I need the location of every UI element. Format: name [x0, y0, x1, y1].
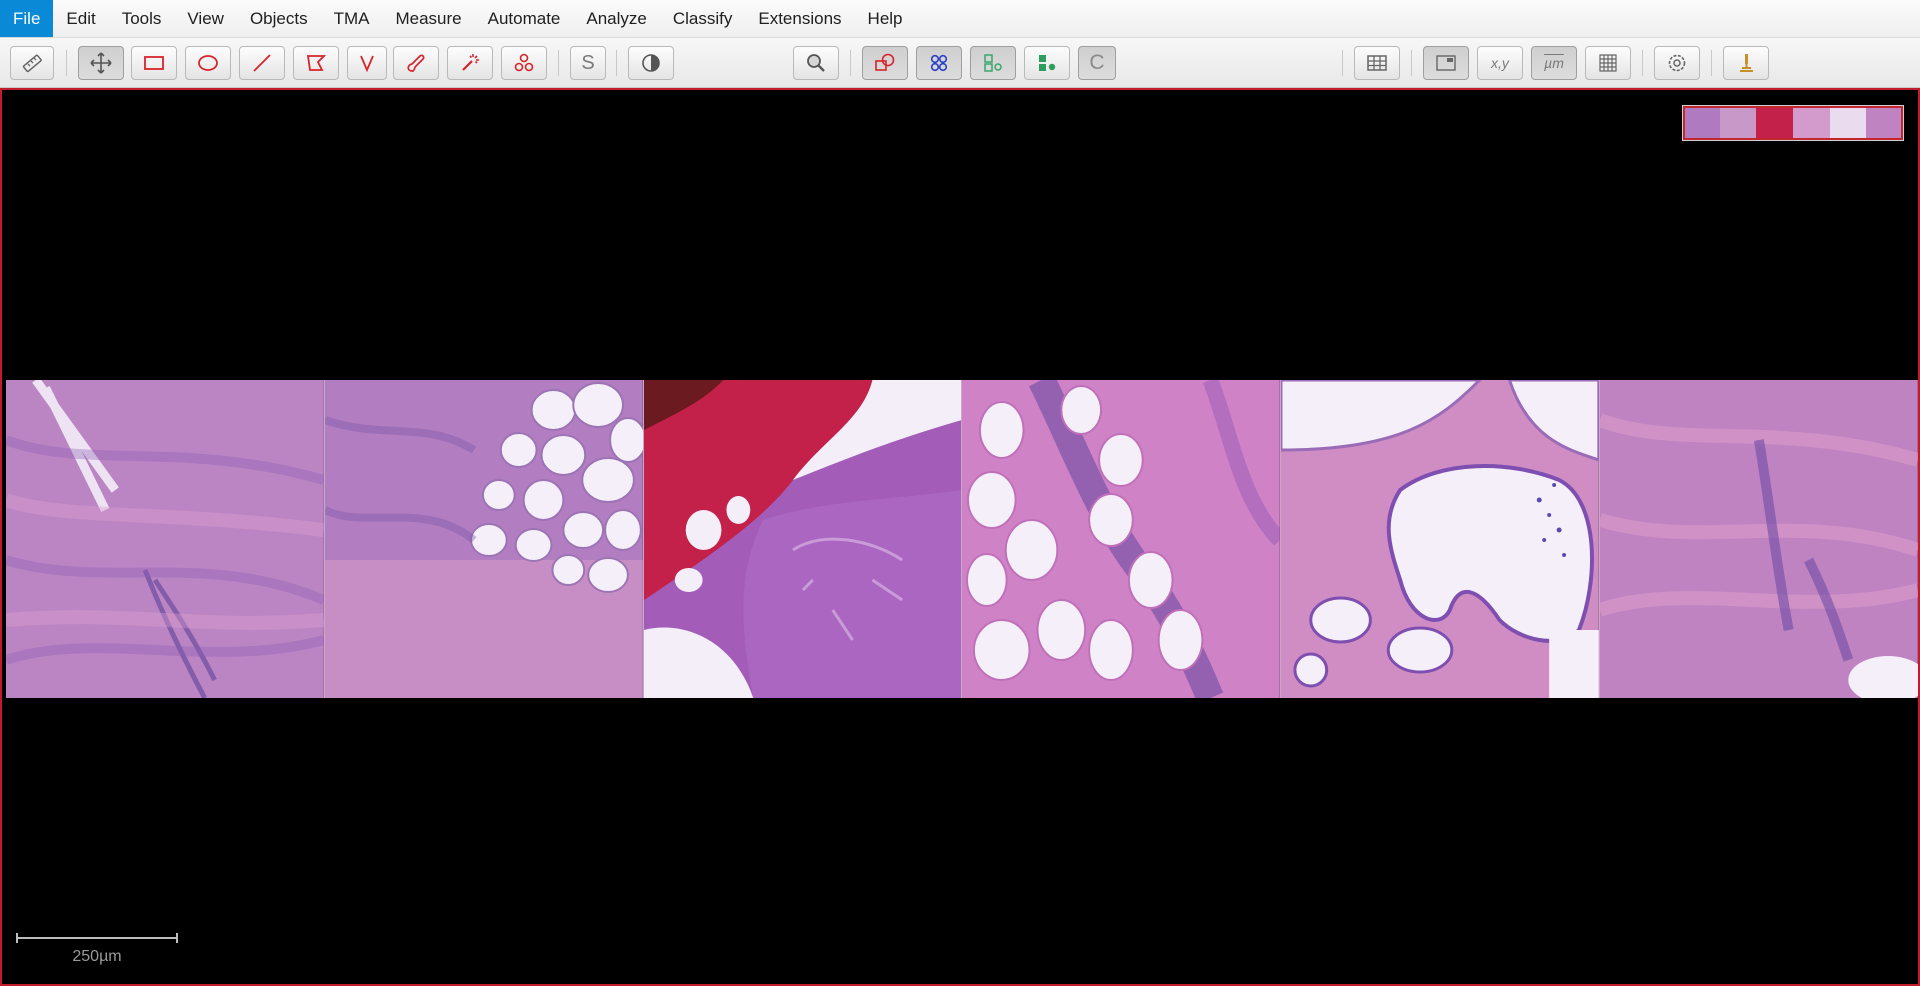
polygon-icon	[306, 55, 327, 71]
scalebar-label: 250µm	[72, 948, 122, 965]
rectangle-tool-button[interactable]	[131, 46, 177, 80]
microscope-icon	[1740, 54, 1753, 72]
menu-edit[interactable]: Edit	[53, 0, 108, 37]
grid-icon	[1599, 54, 1617, 72]
menu-measure[interactable]: Measure	[382, 0, 474, 37]
brush-tool-button[interactable]	[393, 46, 439, 80]
selection-mode-button[interactable]: S	[570, 46, 606, 80]
measure-tool-button[interactable]	[10, 46, 54, 80]
brush-icon	[407, 54, 425, 72]
menu-help[interactable]: Help	[855, 0, 916, 37]
menu-automate[interactable]: Automate	[475, 0, 574, 37]
polyline-icon	[360, 55, 374, 73]
scalebar-icon: µm	[1544, 55, 1564, 71]
tissue-image	[962, 380, 1281, 698]
overview-button[interactable]	[1423, 46, 1469, 80]
show-annotations-icon	[875, 53, 895, 71]
menu-view[interactable]: View	[174, 0, 237, 37]
selection-mode-icon: S	[581, 51, 595, 74]
points-icon	[514, 53, 534, 72]
polyline-tool-button[interactable]	[347, 46, 387, 80]
tissue-tile	[1600, 380, 1918, 698]
location-button[interactable]: x,y	[1477, 46, 1523, 80]
wand-icon	[462, 54, 479, 71]
menu-bar: File Edit Tools View Objects TMA Measure…	[0, 0, 1920, 38]
tissue-image	[1281, 380, 1600, 698]
menu-tools[interactable]: Tools	[109, 0, 175, 37]
show-pixel-classification-button[interactable]: C	[1078, 46, 1116, 80]
menu-extensions[interactable]: Extensions	[745, 0, 854, 37]
zoom-to-fit-icon	[807, 54, 825, 72]
preferences-button[interactable]	[1654, 46, 1700, 80]
tissue-image	[643, 380, 962, 698]
tissue-tile	[324, 380, 644, 698]
menu-objects[interactable]: Objects	[237, 0, 321, 37]
line-icon	[253, 54, 271, 72]
tissue-image	[6, 380, 324, 698]
show-tma-grid-button[interactable]	[916, 46, 962, 80]
tissue-tile	[1281, 380, 1601, 698]
overview-viewport-frame	[1683, 106, 1903, 140]
line-tool-button[interactable]	[239, 46, 285, 80]
show-detections-button[interactable]	[970, 46, 1016, 80]
menu-analyze[interactable]: Analyze	[573, 0, 659, 37]
image-viewer[interactable]: 250µm	[0, 88, 1920, 986]
move-icon	[90, 52, 112, 74]
preferences-icon	[1668, 54, 1686, 72]
tissue-tile	[962, 380, 1282, 698]
ellipse-icon	[198, 55, 218, 71]
menu-classify[interactable]: Classify	[660, 0, 746, 37]
rectangle-icon	[144, 56, 164, 70]
grid-button[interactable]	[1585, 46, 1631, 80]
tissue-image	[1600, 380, 1918, 698]
toolbar: S 0.65x C x,y µm	[0, 38, 1920, 110]
menu-file[interactable]: File	[0, 0, 54, 37]
points-tool-button[interactable]	[501, 46, 547, 80]
polygon-tool-button[interactable]	[293, 46, 339, 80]
measurement-table-button[interactable]	[1354, 46, 1400, 80]
brightness-contrast-button[interactable]	[628, 46, 674, 80]
show-tma-grid-icon	[930, 54, 948, 72]
ellipse-tool-button[interactable]	[185, 46, 231, 80]
fill-detections-icon	[1039, 55, 1056, 71]
wand-tool-button[interactable]	[447, 46, 493, 80]
ruler-icon	[22, 54, 42, 73]
menu-tma[interactable]: TMA	[321, 0, 383, 37]
measurement-table-icon	[1367, 55, 1387, 71]
fill-detections-button[interactable]	[1024, 46, 1070, 80]
show-annotations-button[interactable]	[862, 46, 908, 80]
brightness-contrast-icon	[642, 54, 660, 72]
overview-icon	[1436, 55, 1456, 71]
slide-image-strip[interactable]	[6, 380, 1918, 698]
move-tool-button[interactable]	[78, 46, 124, 80]
zoom-to-fit-button[interactable]	[793, 46, 839, 80]
microscope-button[interactable]	[1723, 46, 1769, 80]
tissue-tile	[643, 380, 963, 698]
show-pixel-classification-icon: C	[1089, 51, 1105, 74]
location-icon: x,y	[1491, 55, 1509, 71]
tissue-image	[324, 380, 643, 698]
overview-thumbnail[interactable]	[1682, 105, 1904, 141]
show-detections-icon	[984, 54, 1002, 72]
scalebar	[16, 933, 178, 943]
tissue-tile	[6, 380, 325, 698]
scalebar-button[interactable]: µm	[1531, 46, 1577, 80]
